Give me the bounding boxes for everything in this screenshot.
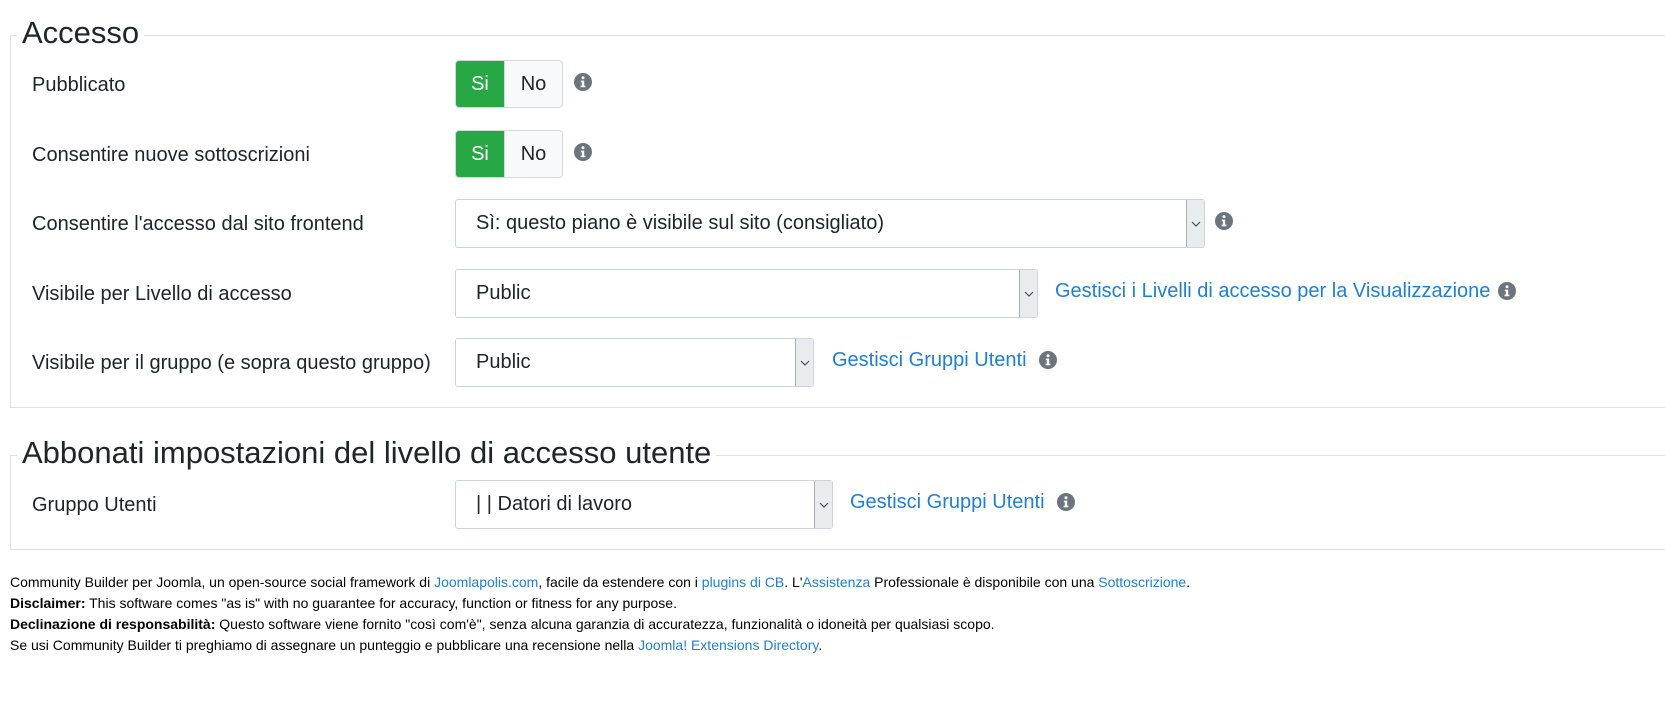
allow-new-subscriptions-toggle: Si No — [455, 130, 563, 178]
published-no-button[interactable]: No — [504, 61, 562, 107]
cb-plugins-link[interactable]: plugins di CB — [702, 574, 785, 590]
visible-group-select[interactable]: Public — [455, 338, 814, 387]
user-group-label: Gruppo Utenti — [32, 494, 157, 516]
footer-line-credits: Community Builder per Joomla, un open-so… — [10, 572, 1190, 593]
joomlapolis-link[interactable]: Joomlapolis.com — [434, 574, 538, 590]
published-toggle: Si No — [455, 60, 563, 108]
chevron-down-icon — [795, 339, 813, 386]
info-circle-icon[interactable] — [1057, 493, 1075, 511]
footer-text: Se usi Community Builder ti preghiamo di… — [10, 637, 639, 653]
view-access-level-value: Public — [476, 282, 531, 304]
view-access-level-select[interactable]: Public — [455, 269, 1038, 318]
info-circle-icon[interactable] — [1498, 282, 1516, 300]
footer-text: Professionale è disponibile con una — [870, 574, 1099, 590]
manage-user-groups-link-subscriber[interactable]: Gestisci Gruppi Utenti — [850, 487, 1045, 517]
footer-line-disclaimer: Disclaimer: This software comes "as is" … — [10, 593, 1190, 614]
footer-line-declinazione: Declinazione di responsabilità: Questo s… — [10, 614, 1190, 635]
disclaimer-label: Disclaimer: — [10, 595, 86, 611]
frontend-access-select[interactable]: Sì: questo piano è visibile sul sito (co… — [455, 199, 1205, 248]
footer: Community Builder per Joomla, un open-so… — [10, 572, 1190, 656]
manage-user-groups-link[interactable]: Gestisci Gruppi Utenti — [832, 345, 1027, 375]
chevron-down-icon — [1186, 200, 1204, 247]
manage-view-access-levels-link[interactable]: Gestisci i Livelli di accesso per la Vis… — [1055, 276, 1490, 306]
visible-group-value: Public — [476, 351, 531, 373]
footer-text: , facile da estendere con i — [538, 574, 702, 590]
info-circle-icon[interactable] — [1039, 351, 1057, 369]
info-circle-icon[interactable] — [574, 143, 592, 161]
chevron-down-icon — [1019, 270, 1037, 317]
joomla-extensions-directory-link[interactable]: Joomla! Extensions Directory — [638, 637, 818, 653]
frontend-access-label: Consentire l'accesso dal sito frontend — [32, 213, 364, 235]
allow-new-subscriptions-no-button[interactable]: No — [504, 131, 562, 177]
published-label: Pubblicato — [32, 74, 126, 96]
access-section-title: Accesso — [17, 13, 145, 53]
visible-group-label: Visibile per il gruppo (e sopra questo g… — [32, 352, 431, 374]
user-group-select[interactable]: | | Datori di lavoro — [455, 480, 833, 529]
info-circle-icon[interactable] — [1215, 212, 1233, 230]
declinazione-label: Declinazione di responsabilità: — [10, 616, 216, 632]
subscriber-section-title: Abbonati impostazioni del livello di acc… — [17, 433, 717, 473]
published-yes-button[interactable]: Si — [456, 61, 504, 107]
info-circle-icon[interactable] — [574, 73, 592, 91]
declinazione-text: Questo software viene fornito "così com'… — [215, 616, 995, 632]
footer-text: . — [1186, 574, 1191, 590]
subscription-link[interactable]: Sottoscrizione — [1098, 574, 1186, 590]
allow-new-subscriptions-label: Consentire nuove sottoscrizioni — [32, 144, 310, 166]
view-access-level-label: Visibile per Livello di accesso — [32, 283, 292, 305]
frontend-access-value: Sì: questo piano è visibile sul sito (co… — [476, 212, 884, 234]
footer-line-review: Se usi Community Builder ti preghiamo di… — [10, 635, 1190, 656]
footer-text: Community Builder per Joomla, un open-so… — [10, 574, 435, 590]
footer-text: . — [818, 637, 823, 653]
user-group-value: | | Datori di lavoro — [476, 493, 633, 515]
allow-new-subscriptions-yes-button[interactable]: Si — [456, 131, 504, 177]
footer-text: . L' — [784, 574, 803, 590]
disclaimer-text: This software comes "as is" with no guar… — [85, 595, 677, 611]
support-link[interactable]: Assistenza — [803, 574, 871, 590]
chevron-down-icon — [814, 481, 832, 528]
